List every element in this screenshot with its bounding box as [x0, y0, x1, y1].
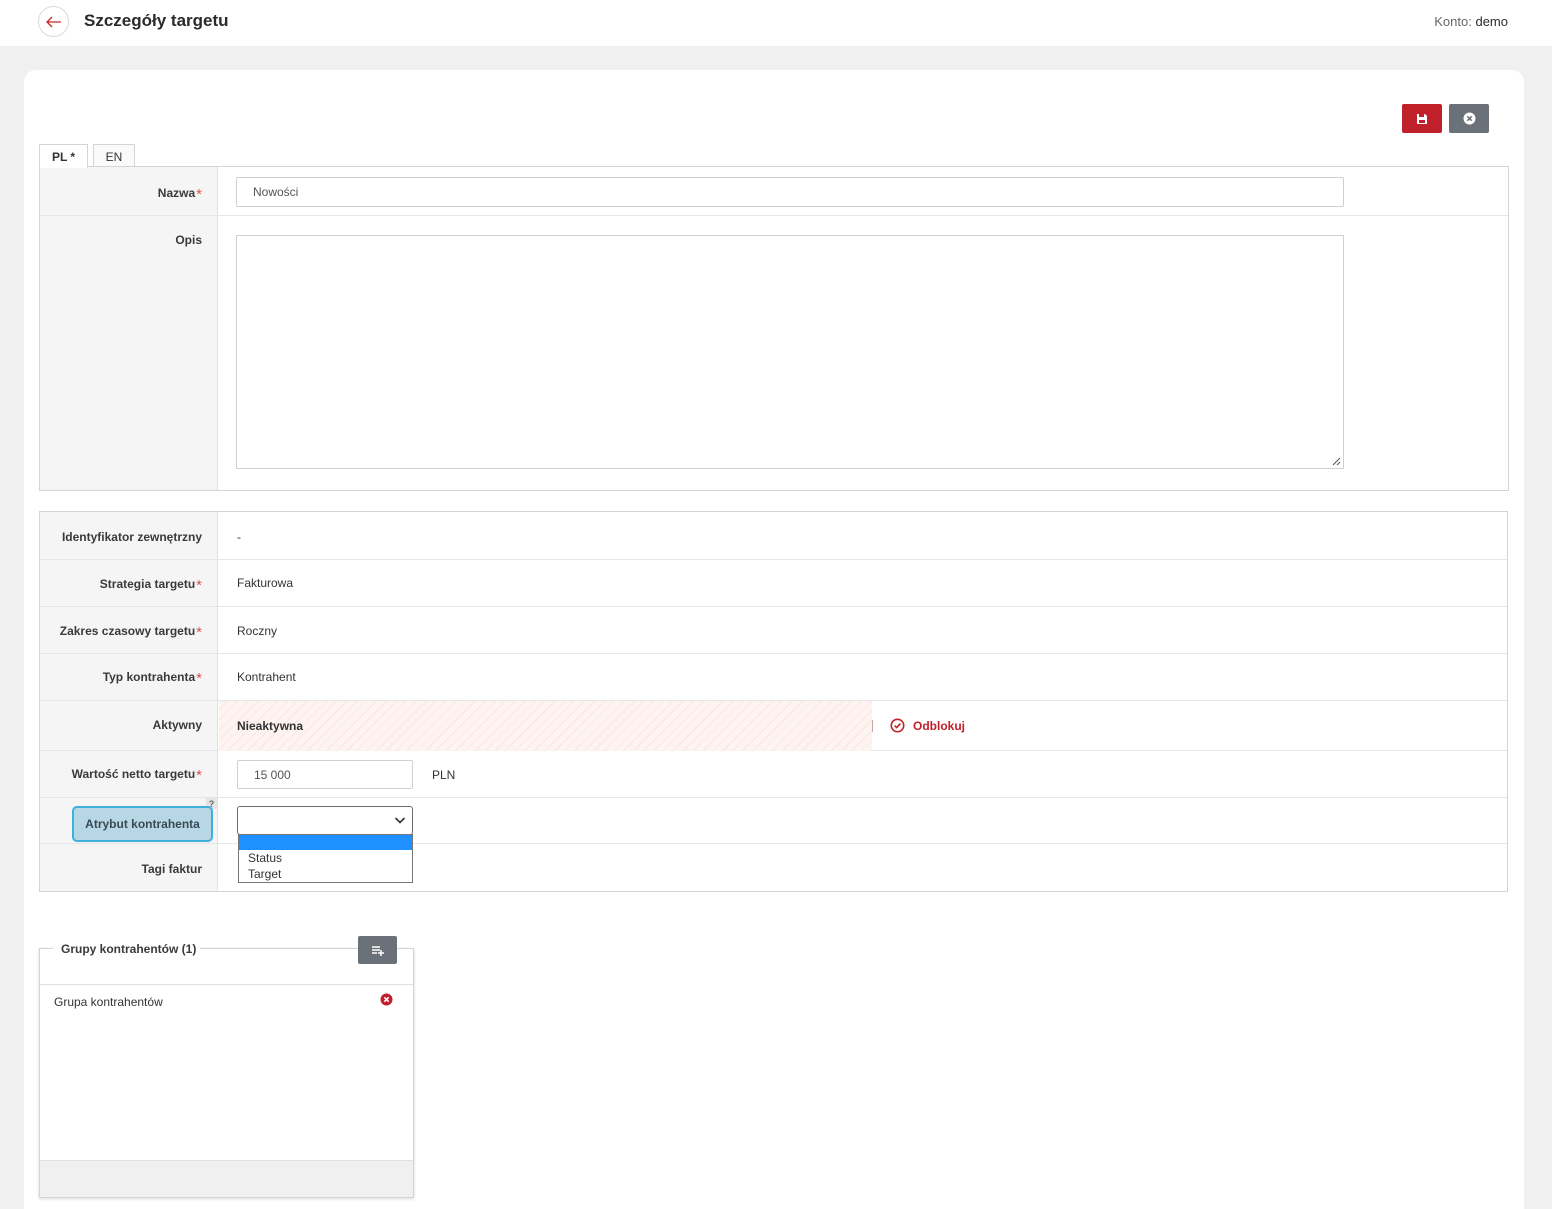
invoice-tags-label: Tagi faktur: [141, 862, 202, 876]
net-value-label: Wartość netto targetu*: [71, 767, 202, 784]
unlock-button[interactable]: Odblokuj: [890, 718, 965, 733]
name-input[interactable]: Nowości: [236, 177, 1344, 207]
cancel-button[interactable]: [1449, 104, 1489, 133]
contractor-type-label: Typ kontrahenta*: [102, 670, 202, 687]
close-circle-icon: [380, 993, 393, 1006]
dropdown-option-status[interactable]: Status: [239, 850, 412, 866]
name-label: Nazwa*: [157, 186, 202, 203]
inactive-status-background: [219, 701, 872, 751]
contractor-type-value: Kontrahent: [237, 670, 296, 684]
add-group-button[interactable]: [358, 936, 397, 964]
tab-en[interactable]: EN: [93, 144, 135, 168]
close-circle-icon: [1463, 112, 1475, 125]
attribute-label: Atrybut kontrahenta: [72, 806, 213, 842]
page-title: Szczegóły targetu: [84, 11, 229, 30]
floppy-disk-icon: [1417, 113, 1427, 124]
resize-grip-icon[interactable]: [1332, 457, 1341, 466]
chevron-down-icon: [394, 817, 406, 824]
back-button[interactable]: [38, 6, 69, 37]
divider: [872, 720, 873, 732]
arrow-left-icon: [45, 16, 61, 27]
description-textarea[interactable]: [236, 235, 1344, 469]
currency-label: PLN: [432, 768, 456, 782]
active-status-value: Nieaktywna: [237, 719, 304, 733]
top-bar: Szczegóły targetu Konto: demo: [0, 0, 1552, 46]
language-fields-panel: Nazwa* Nowości Opis: [39, 166, 1509, 491]
contractor-groups-title: Grupy kontrahentów (1): [61, 942, 197, 956]
contractor-groups-footer: [40, 1160, 413, 1197]
active-label: Aktywny: [152, 718, 202, 732]
main-fields-panel: Identyfikator zewnętrzny - Strategia tar…: [39, 511, 1508, 892]
remove-group-button[interactable]: [380, 993, 393, 1009]
account-info: Konto: demo: [1434, 14, 1508, 29]
tab-pl[interactable]: PL *: [39, 144, 88, 168]
net-value-input[interactable]: 15 000: [237, 760, 413, 789]
dropdown-option-empty[interactable]: [239, 835, 412, 850]
strategy-value: Fakturowa: [237, 576, 294, 590]
strategy-label: Strategia targetu*: [99, 577, 202, 594]
external-id-label: Identyfikator zewnętrzny: [61, 530, 202, 544]
dropdown-option-target[interactable]: Target: [239, 866, 412, 882]
attribute-select[interactable]: [237, 806, 413, 835]
attribute-dropdown-list: Status Target: [238, 834, 413, 883]
save-button[interactable]: [1402, 104, 1442, 133]
check-circle-icon: [890, 718, 905, 733]
description-label: Opis: [175, 233, 202, 247]
time-range-value: Roczny: [237, 624, 278, 638]
time-range-label: Zakres czasowy targetu*: [59, 624, 202, 641]
playlist-add-icon: [371, 945, 384, 956]
account-label: Konto:: [1434, 14, 1472, 29]
unlock-label: Odblokuj: [913, 718, 965, 733]
account-value: demo: [1475, 14, 1508, 29]
external-id-value: -: [237, 530, 241, 544]
list-item: Grupa kontrahentów: [54, 995, 163, 1009]
